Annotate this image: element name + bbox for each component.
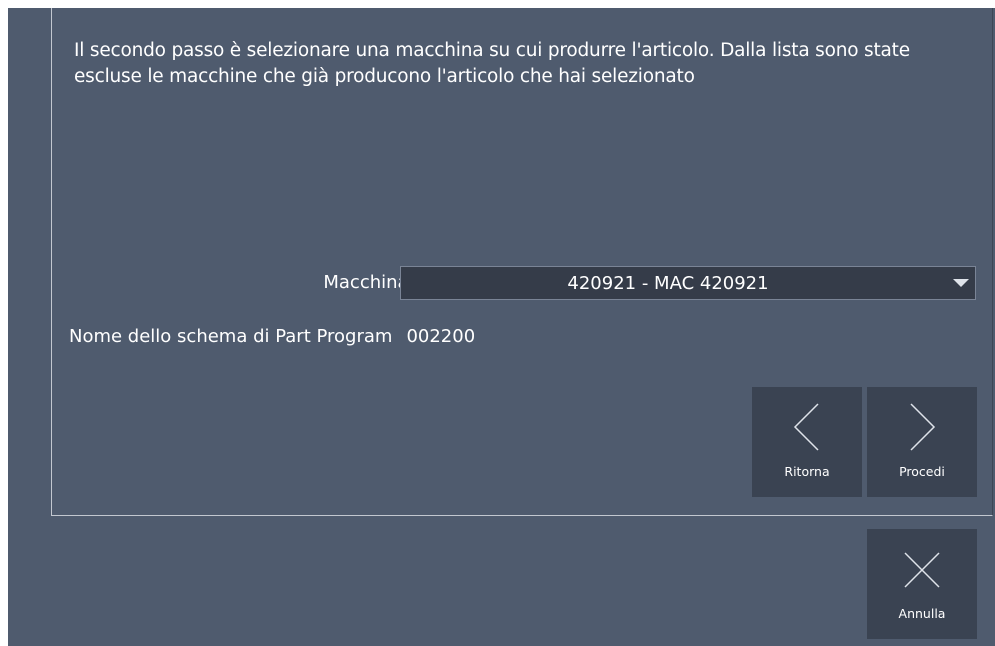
part-program-label: Nome dello schema di Part Program bbox=[69, 326, 393, 347]
part-program-row: Nome dello schema di Part Program 002200 bbox=[69, 326, 475, 347]
machine-select[interactable]: 420921 - MAC 420921 bbox=[400, 266, 976, 300]
step-instructions: Il secondo passo è selezionare una macch… bbox=[74, 40, 910, 87]
cancel-button-label: Annulla bbox=[898, 606, 946, 621]
cancel-button[interactable]: Annulla bbox=[867, 529, 977, 639]
step-panel: Il secondo passo è selezionare una macch… bbox=[51, 8, 993, 516]
chevron-right-icon bbox=[910, 403, 936, 451]
next-button-label: Procedi bbox=[899, 464, 945, 479]
chevron-down-icon bbox=[953, 279, 969, 287]
back-button[interactable]: Ritorna bbox=[752, 387, 862, 497]
chevron-left-icon bbox=[793, 403, 819, 451]
wizard-window: Il secondo passo è selezionare una macch… bbox=[8, 8, 995, 646]
next-button[interactable]: Procedi bbox=[867, 387, 977, 497]
close-icon bbox=[904, 552, 940, 588]
machine-select-value: 420921 - MAC 420921 bbox=[567, 272, 769, 294]
back-button-label: Ritorna bbox=[784, 464, 830, 479]
part-program-value: 002200 bbox=[406, 326, 476, 347]
